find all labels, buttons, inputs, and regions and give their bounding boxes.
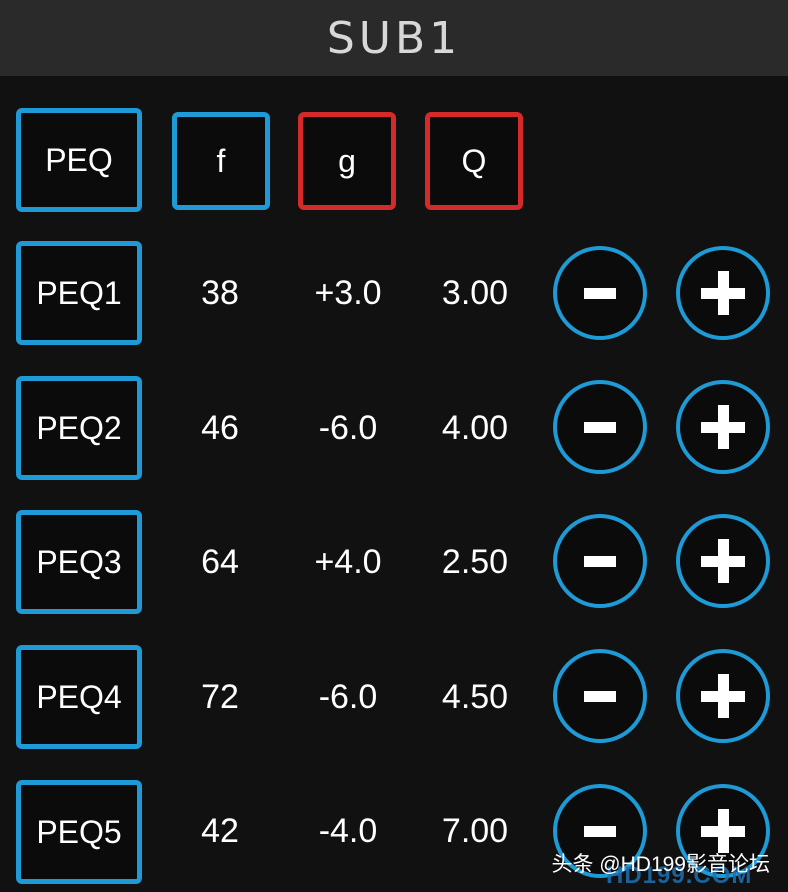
plus-icon-vertical [718, 539, 729, 583]
header-q: Q [425, 112, 523, 210]
header-g: g [298, 112, 396, 210]
minus-icon [584, 691, 616, 702]
minus-icon [584, 288, 616, 299]
peq3-button[interactable]: PEQ3 [16, 510, 142, 614]
peq2-frequency: 46 [201, 409, 239, 447]
peq2-q: 4.00 [441, 409, 509, 447]
peq1-frequency: 38 [201, 274, 239, 312]
peq2-minus-button[interactable] [553, 380, 647, 474]
page-title: SUB1 [326, 12, 462, 64]
peq3-minus-button[interactable] [553, 514, 647, 608]
peq1-button[interactable]: PEQ1 [16, 241, 142, 345]
peq4-frequency: 72 [201, 678, 239, 716]
peq2-gain: -6.0 [318, 409, 378, 447]
minus-icon [584, 556, 616, 567]
peq4-gain: -6.0 [318, 678, 378, 716]
peq4-plus-button[interactable] [676, 649, 770, 743]
peq1-gain: +3.0 [314, 274, 382, 312]
peq4-minus-button[interactable] [553, 649, 647, 743]
peq1-plus-button[interactable] [676, 246, 770, 340]
plus-icon-vertical [718, 809, 729, 853]
peq3-plus-button[interactable] [676, 514, 770, 608]
peq5-q: 7.00 [441, 812, 509, 850]
header-f: f [172, 112, 270, 210]
peq3-q: 2.50 [441, 543, 509, 581]
plus-icon-vertical [718, 271, 729, 315]
minus-icon [584, 422, 616, 433]
title-bar: SUB1 [0, 0, 788, 76]
peq2-plus-button[interactable] [676, 380, 770, 474]
watermark-text: 头条 @HD199影音论坛 [551, 853, 770, 876]
minus-icon [584, 826, 616, 837]
peq4-q: 4.50 [441, 678, 509, 716]
peq1-q: 3.00 [441, 274, 509, 312]
plus-icon-vertical [718, 405, 729, 449]
peq2-button[interactable]: PEQ2 [16, 376, 142, 480]
peq4-button[interactable]: PEQ4 [16, 645, 142, 749]
peq5-frequency: 42 [201, 812, 239, 850]
peq3-gain: +4.0 [314, 543, 382, 581]
peq3-frequency: 64 [201, 543, 239, 581]
peq5-button[interactable]: PEQ5 [16, 780, 142, 884]
peq1-minus-button[interactable] [553, 246, 647, 340]
header-peq: PEQ [16, 108, 142, 212]
plus-icon-vertical [718, 674, 729, 718]
peq5-gain: -4.0 [318, 812, 378, 850]
